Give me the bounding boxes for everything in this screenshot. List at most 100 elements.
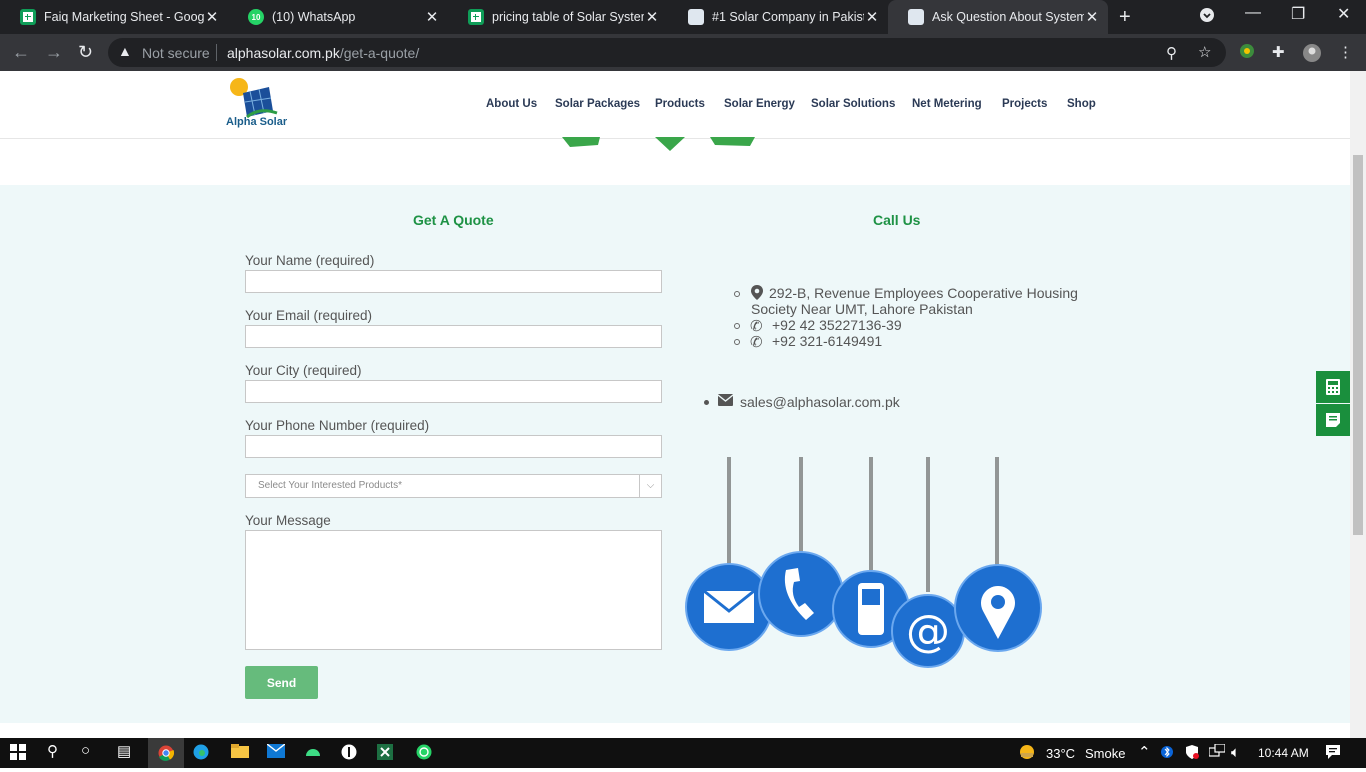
windows-start-icon[interactable] [10, 744, 26, 764]
tab-title: #1 Solar Company in Pakistan [712, 10, 864, 24]
close-tab-icon[interactable]: ✕ [1084, 8, 1100, 26]
web-page: Alpha Solar About Us Solar Packages Prod… [0, 71, 1350, 738]
bookmark-star-icon[interactable]: ☆ [1198, 43, 1211, 61]
logo-text: Alpha Solar [226, 116, 288, 128]
task-view-icon[interactable]: ▤ [117, 742, 131, 760]
close-window-icon[interactable]: ✕ [1337, 4, 1350, 24]
reload-icon[interactable]: ↻ [78, 42, 93, 63]
name-input[interactable] [245, 270, 662, 293]
notifications-icon[interactable] [1325, 744, 1341, 764]
sheets-icon [20, 9, 36, 25]
quote-note-button[interactable] [1316, 404, 1350, 436]
get-a-quote-heading: Get A Quote [413, 212, 494, 228]
cortana-icon[interactable]: ○ [81, 742, 90, 759]
message-label: Your Message [245, 513, 331, 528]
site-header: Alpha Solar About Us Solar Packages Prod… [0, 71, 1350, 139]
weather-desc: Smoke [1085, 746, 1126, 761]
clock-time: 10:44 AM [1258, 746, 1309, 760]
city-label: Your City (required) [245, 363, 362, 378]
restore-icon[interactable]: ❐ [1291, 4, 1305, 24]
phone-number-1[interactable]: +92 42 35227136-39 [772, 317, 902, 333]
send-button[interactable]: Send [245, 666, 318, 699]
browser-tab-strip: Faiq Marketing Sheet - Googl ✕ 10 (10) W… [0, 0, 1366, 34]
bluetooth-icon[interactable] [1161, 744, 1173, 764]
nav-about-us[interactable]: About Us [486, 98, 537, 110]
android-studio-icon[interactable] [304, 744, 322, 762]
security-label: Not secure [142, 45, 210, 61]
email-link[interactable]: sales@alphasolar.com.pk [740, 394, 900, 410]
email-input[interactable] [245, 325, 662, 348]
back-icon[interactable]: ← [12, 42, 30, 63]
volume-icon[interactable]: 🔈︎ [1231, 744, 1240, 761]
extension-icon[interactable] [1239, 43, 1255, 63]
tab-faiq-marketing-sheet[interactable]: Faiq Marketing Sheet - Googl ✕ [0, 0, 228, 34]
tab-search-icon[interactable] [1199, 7, 1215, 28]
network-icon[interactable] [1208, 743, 1226, 762]
nav-solar-solutions[interactable]: Solar Solutions [811, 98, 895, 110]
list-bullet [704, 400, 709, 405]
nav-products[interactable]: Products [655, 98, 705, 110]
site-icon [908, 9, 924, 25]
new-tab-icon[interactable]: + [1119, 6, 1131, 29]
nav-shop[interactable]: Shop [1067, 98, 1096, 110]
nav-projects[interactable]: Projects [1002, 98, 1047, 110]
url-path: /get-a-quote/ [339, 45, 420, 61]
note-icon [1326, 413, 1340, 427]
zoom-icon[interactable]: ⚲ [1166, 44, 1177, 62]
close-tab-icon[interactable]: ✕ [644, 8, 660, 26]
envelope-icon [717, 393, 734, 410]
site-icon [688, 9, 704, 25]
whatsapp-icon: 10 [248, 9, 264, 25]
tab-ask-question[interactable]: Ask Question About System C ✕ [888, 0, 1108, 34]
at-icon: @ [891, 594, 965, 668]
city-input[interactable] [245, 380, 662, 403]
address-bar[interactable]: ▲ Not secure alphasolar.com.pk/get-a-quo… [108, 38, 1226, 67]
nav-net-metering[interactable]: Net Metering [912, 98, 982, 110]
profile-avatar[interactable] [1302, 43, 1322, 67]
minimize-icon[interactable]: — [1245, 4, 1261, 22]
envelope-icon [685, 563, 773, 651]
chevron-up-icon[interactable]: ⌃ [1138, 743, 1151, 761]
call-us-heading: Call Us [873, 212, 921, 228]
whatsapp-icon[interactable] [416, 744, 432, 764]
tab-solar-company[interactable]: #1 Solar Company in Pakistan ✕ [668, 0, 888, 34]
weather-icon [1018, 744, 1036, 764]
divider [216, 44, 217, 61]
warning-icon: ▲ [118, 43, 132, 59]
windows-taskbar: ⚲ ○ ▤ 33°C Smoke ⌃ 🔈︎ 10:44 AM [0, 738, 1366, 768]
nav-solar-energy[interactable]: Solar Energy [724, 98, 795, 110]
svg-text:@: @ [906, 606, 950, 657]
chrome-taskbar-icon[interactable] [148, 738, 184, 768]
nav-solar-packages[interactable]: Solar Packages [555, 98, 640, 110]
calculator-button[interactable] [1316, 371, 1350, 403]
security-shield-icon[interactable] [1185, 744, 1199, 764]
search-icon[interactable]: ⚲ [47, 742, 58, 760]
file-explorer-icon[interactable] [231, 744, 249, 762]
phone-number-2[interactable]: +92 321-6149491 [772, 333, 882, 349]
close-tab-icon[interactable]: ✕ [424, 8, 440, 26]
excel-icon[interactable] [377, 744, 393, 764]
url-text: alphasolar.com.pk/get-a-quote/ [227, 45, 419, 61]
puzzle-icon[interactable]: ✚ [1272, 43, 1285, 61]
page-scrollbar[interactable] [1350, 71, 1366, 738]
forward-icon[interactable]: → [45, 42, 63, 63]
phone-input[interactable] [245, 435, 662, 458]
scrollbar-thumb[interactable] [1353, 155, 1363, 535]
message-textarea[interactable] [245, 530, 662, 650]
tab-title: Ask Question About System C [932, 10, 1084, 24]
list-bullet [734, 291, 740, 297]
app-icon[interactable] [341, 744, 357, 764]
phone-label: Your Phone Number (required) [245, 418, 430, 433]
close-tab-icon[interactable]: ✕ [204, 8, 220, 26]
products-select[interactable]: Select Your Interested Products* ⌵ [245, 474, 662, 498]
close-tab-icon[interactable]: ✕ [864, 8, 880, 26]
list-bullet [734, 323, 740, 329]
edge-icon[interactable] [193, 744, 209, 764]
name-label: Your Name (required) [245, 253, 375, 268]
location-pin-icon [954, 564, 1042, 652]
menu-icon[interactable]: ⋮ [1338, 43, 1353, 61]
tab-whatsapp[interactable]: 10 (10) WhatsApp ✕ [228, 0, 448, 34]
quote-section: Get A Quote Call Us Your Name (required)… [0, 185, 1350, 723]
tab-pricing-table[interactable]: pricing table of Solar Systems ✕ [448, 0, 668, 34]
mail-icon[interactable] [266, 743, 286, 762]
